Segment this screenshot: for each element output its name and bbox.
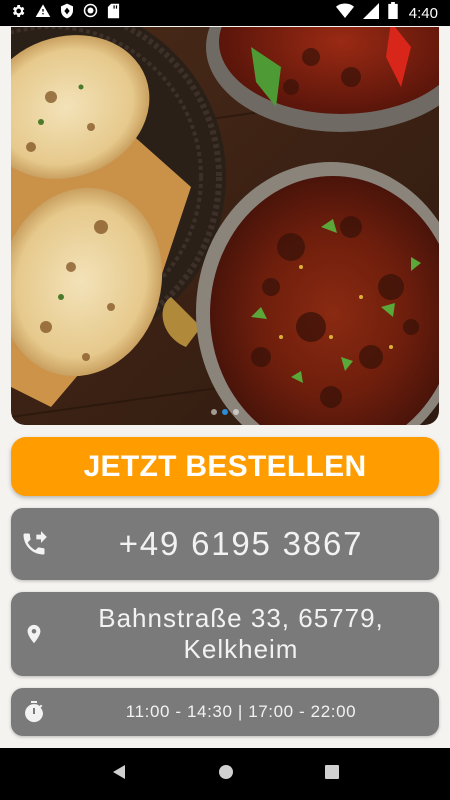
hero-carousel[interactable]	[11, 27, 439, 425]
address-line1: Bahnstraße 33, 65779,	[98, 603, 384, 633]
opening-hours: 11:00 - 14:30 | 17:00 - 22:00	[125, 702, 357, 721]
hero-food-image	[11, 27, 439, 425]
recents-button[interactable]	[325, 764, 340, 784]
home-button[interactable]	[218, 764, 234, 785]
gear-icon	[10, 3, 26, 24]
phone-card[interactable]: +49 6195 3867	[11, 508, 439, 580]
circle-icon	[83, 3, 98, 23]
sd-card-icon	[107, 3, 120, 24]
status-bar: 4:40	[0, 0, 450, 26]
shield-icon	[60, 3, 74, 24]
carousel-dots	[11, 409, 439, 415]
stopwatch-icon	[11, 700, 57, 724]
back-button[interactable]	[111, 764, 127, 785]
address-text: Bahnstraße 33, 65779, Kelkheim	[57, 603, 439, 665]
battery-icon	[388, 2, 398, 24]
carousel-dot[interactable]	[233, 409, 239, 415]
hours-card[interactable]: 11:00 - 14:30 | 17:00 - 22:00	[11, 688, 439, 736]
status-time: 4:40	[408, 4, 438, 22]
warning-icon	[35, 3, 51, 24]
phone-number: +49 6195 3867	[118, 525, 364, 562]
carousel-dot[interactable]	[211, 409, 217, 415]
phone-forward-icon	[11, 530, 57, 558]
location-pin-icon	[11, 621, 57, 647]
navigation-bar	[0, 748, 450, 800]
wifi-icon	[335, 3, 354, 23]
address-card[interactable]: Bahnstraße 33, 65779, Kelkheim	[11, 592, 439, 676]
signal-icon	[362, 2, 379, 24]
address-line2: Kelkheim	[183, 634, 299, 664]
carousel-dot-active[interactable]	[222, 409, 228, 415]
order-now-button[interactable]: JETZT BESTELLEN	[11, 437, 439, 496]
